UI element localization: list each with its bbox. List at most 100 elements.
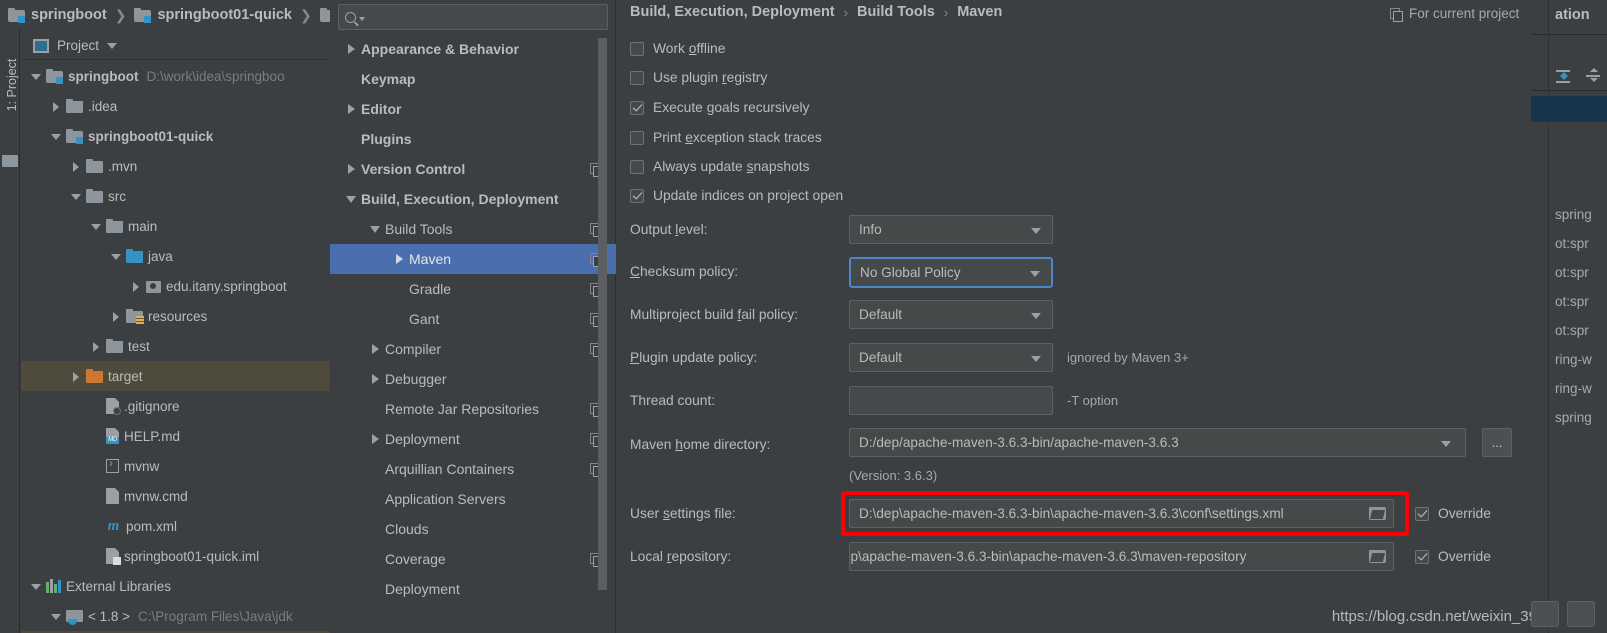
- settings-tree-item-editor[interactable]: Editor: [330, 94, 616, 124]
- settings-tree-item-maven[interactable]: Maven: [330, 244, 616, 274]
- settings-tree-item-remote-jar-repositories[interactable]: Remote Jar Repositories: [330, 394, 616, 424]
- maven-option-checkbox[interactable]: Use plugin registry: [630, 70, 767, 85]
- tree-node-label: springboot01-quick: [88, 128, 214, 144]
- settings-tree-item-label: Build, Execution, Deployment: [361, 191, 559, 207]
- tree-toggle-arrow-icon[interactable]: [346, 163, 358, 175]
- project-tree-row[interactable]: springboot01-quick.iml: [21, 541, 330, 571]
- project-tree-row[interactable]: resources: [21, 301, 330, 331]
- local-repository-override-checkbox[interactable]: Override: [1415, 549, 1491, 564]
- project-tree-row[interactable]: test: [21, 331, 330, 361]
- settings-tree-item-appearance-behavior[interactable]: Appearance & Behavior: [330, 34, 616, 64]
- tree-toggle-arrow-icon[interactable]: [51, 611, 62, 622]
- settings-tree-item-compiler[interactable]: Compiler: [330, 334, 616, 364]
- settings-search-box[interactable]: [338, 4, 608, 30]
- tool-window-button-project[interactable]: 1: Project: [5, 49, 19, 121]
- tree-toggle-arrow-icon[interactable]: [31, 581, 42, 592]
- settings-tree-item-arquillian-containers[interactable]: Arquillian Containers: [330, 454, 616, 484]
- tree-toggle-arrow-icon[interactable]: [111, 311, 122, 322]
- project-tree-row[interactable]: .gitignore: [21, 391, 330, 421]
- tree-toggle-arrow-icon[interactable]: [51, 131, 62, 142]
- settings-tree-item-application-servers[interactable]: Application Servers: [330, 484, 616, 514]
- settings-tree-item-deployment[interactable]: Deployment: [330, 424, 616, 454]
- maven-option-checkbox[interactable]: Print exception stack traces: [630, 130, 822, 145]
- settings-tree-item-keymap[interactable]: Keymap: [330, 64, 616, 94]
- tree-toggle-arrow-icon[interactable]: [370, 343, 382, 355]
- settings-tree-item-debugger[interactable]: Debugger: [330, 364, 616, 394]
- maven-option-checkbox[interactable]: Always update snapshots: [630, 159, 809, 174]
- tree-toggle-arrow-icon[interactable]: [31, 71, 42, 82]
- tree-toggle-arrow-icon[interactable]: [131, 281, 142, 292]
- tree-toggle-arrow-icon[interactable]: [91, 341, 102, 352]
- output-level-combobox[interactable]: Info: [849, 215, 1053, 244]
- maven-home-browse-button[interactable]: ...: [1482, 428, 1512, 457]
- settings-tree-item-clouds[interactable]: Clouds: [330, 514, 616, 544]
- checkbox-box: [630, 188, 644, 203]
- project-tree-row[interactable]: .idea: [21, 91, 330, 121]
- settings-tree-scrollbar[interactable]: [598, 38, 607, 590]
- multiproject-fail-policy-combobox[interactable]: Default: [849, 300, 1053, 329]
- tree-toggle-arrow-icon[interactable]: [370, 373, 382, 385]
- folder-browse-icon[interactable]: [1369, 550, 1386, 563]
- dialog-button[interactable]: [1531, 601, 1559, 627]
- project-tree-row[interactable]: edu.itany.springboot: [21, 271, 330, 301]
- for-current-project-link[interactable]: For current project: [1390, 6, 1519, 22]
- folder-browse-icon[interactable]: [1369, 507, 1386, 520]
- chevron-down-icon[interactable]: [107, 42, 118, 49]
- tree-toggle-arrow-icon[interactable]: [71, 191, 82, 202]
- tree-toggle-arrow-icon[interactable]: [346, 103, 358, 115]
- maven-option-checkbox[interactable]: Work offline: [630, 41, 725, 56]
- user-settings-override-checkbox[interactable]: Override: [1415, 506, 1491, 521]
- tree-toggle-arrow-icon[interactable]: [346, 193, 358, 205]
- tree-toggle-arrow-icon[interactable]: [51, 101, 62, 112]
- tree-node-label: pom.xml: [126, 518, 178, 534]
- settings-tree-item-gant[interactable]: Gant: [330, 304, 616, 334]
- search-input[interactable]: [368, 9, 601, 25]
- chevron-down-icon[interactable]: [359, 16, 365, 21]
- checksum-policy-combobox[interactable]: No Global Policy: [849, 257, 1053, 288]
- maven-option-checkbox[interactable]: Execute goals recursively: [630, 100, 809, 115]
- settings-tree-item-build-execution-deployment[interactable]: Build, Execution, Deployment: [330, 184, 616, 214]
- dialog-button[interactable]: [1567, 601, 1595, 627]
- settings-tree-item-build-tools[interactable]: Build Tools: [330, 214, 616, 244]
- maven-option-checkbox[interactable]: Update indices on project open: [630, 188, 843, 203]
- project-tree-row[interactable]: .mvn: [21, 151, 330, 181]
- project-tree-row[interactable]: springboot D:\work\idea\springboo: [21, 61, 330, 91]
- search-icon: [345, 11, 356, 23]
- project-tree-row[interactable]: target: [21, 361, 330, 391]
- user-settings-file-input[interactable]: D:\dep\apache-maven-3.6.3-bin\apache-mav…: [849, 499, 1394, 528]
- project-tree[interactable]: springboot D:\work\idea\springboo .idea spr…: [21, 61, 330, 633]
- project-tree-row[interactable]: External Libraries: [21, 571, 330, 601]
- tree-toggle-arrow-icon[interactable]: [91, 221, 102, 232]
- project-tree-row[interactable]: MD HELP.md: [21, 421, 330, 451]
- expand-all-icon[interactable]: [1555, 68, 1571, 84]
- project-tree-row[interactable]: < 1.8 > C:\Program Files\Java\jdk: [21, 601, 330, 631]
- settings-tree-item-deployment[interactable]: Deployment: [330, 574, 616, 604]
- tree-toggle-arrow-icon[interactable]: [370, 223, 382, 235]
- tree-toggle-arrow-icon[interactable]: [394, 253, 406, 265]
- tree-toggle-arrow-icon[interactable]: [111, 251, 122, 262]
- tree-toggle-arrow-icon[interactable]: [346, 43, 358, 55]
- plugin-update-policy-combobox[interactable]: Default: [849, 343, 1053, 372]
- local-repository-input[interactable]: D:\dep\apache-maven-3.6.3-bin\apache-mav…: [849, 542, 1394, 571]
- breadcrumb-item-springboot[interactable]: springboot: [8, 7, 107, 23]
- project-tree-row[interactable]: java: [21, 241, 330, 271]
- settings-category-tree[interactable]: Appearance & Behavior Keymap Editor Plugins…: [330, 34, 616, 633]
- thread-count-input[interactable]: [849, 386, 1053, 415]
- project-tree-row[interactable]: main: [21, 211, 330, 241]
- settings-tree-item-plugins[interactable]: Plugins: [330, 124, 616, 154]
- project-tree-row[interactable]: m pom.xml: [21, 511, 330, 541]
- breadcrumb-item-springboot01-quick[interactable]: springboot01-quick: [134, 7, 292, 23]
- tree-toggle-arrow-icon[interactable]: [370, 433, 382, 445]
- settings-tree-item-coverage[interactable]: Coverage: [330, 544, 616, 574]
- project-tree-row[interactable]: mvnw.cmd: [21, 481, 330, 511]
- maven-home-combobox[interactable]: D:/dep/apache-maven-3.6.3-bin/apache-mav…: [849, 428, 1466, 457]
- checkbox-box: [1415, 549, 1429, 564]
- tree-toggle-arrow-icon[interactable]: [71, 371, 82, 382]
- project-tree-row[interactable]: mvnw: [21, 451, 330, 481]
- settings-tree-item-gradle[interactable]: Gradle: [330, 274, 616, 304]
- collapse-all-icon[interactable]: [1585, 68, 1601, 84]
- project-tree-row[interactable]: src: [21, 181, 330, 211]
- project-tree-row[interactable]: springboot01-quick: [21, 121, 330, 151]
- tree-toggle-arrow-icon[interactable]: [71, 161, 82, 172]
- settings-tree-item-version-control[interactable]: Version Control: [330, 154, 616, 184]
